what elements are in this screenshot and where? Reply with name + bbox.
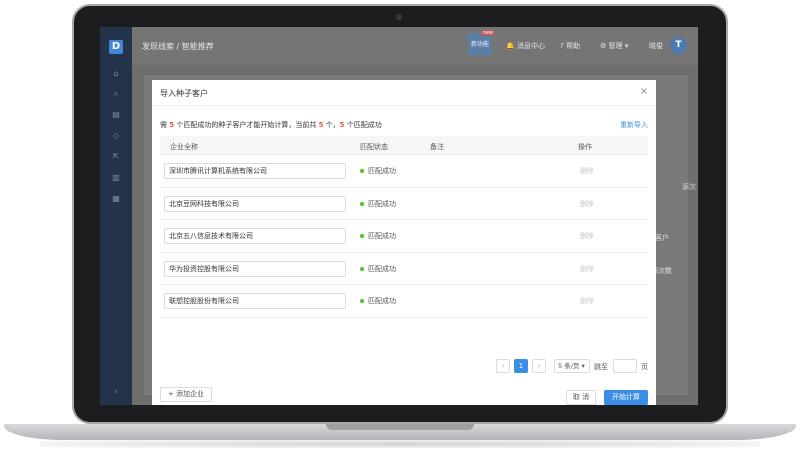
- delete-button[interactable]: 删除: [580, 199, 594, 209]
- success-dot-icon: [360, 299, 364, 304]
- success-dot-icon: [360, 234, 364, 239]
- home-icon[interactable]: ⌂: [111, 69, 121, 79]
- reimport-link[interactable]: 重新导入: [620, 120, 648, 130]
- status-label: 匹配成功: [368, 232, 396, 241]
- success-dot-icon: [360, 201, 364, 206]
- success-dot-icon: [360, 266, 364, 271]
- new-feature-button[interactable]: 新功能 new: [468, 30, 495, 55]
- prev-page-button[interactable]: ‹: [496, 359, 510, 373]
- success-dot-icon: [360, 169, 364, 173]
- status-label: 匹配成功: [368, 297, 396, 306]
- laptop-shadow: [40, 440, 760, 448]
- notice-text: 个匹配成功的种子客户才能开始计算，当前共: [174, 121, 319, 129]
- delete-button[interactable]: 删除: [580, 231, 594, 241]
- company-name-input[interactable]: 联想控股股份有限公司: [164, 293, 346, 310]
- match-notice: 需 5 个匹配成功的种子客户才能开始计算，当前共 5 个，5 个匹配成功: [160, 120, 382, 130]
- app-logo: D: [109, 40, 123, 54]
- company-name-input[interactable]: 北京五八信息技术有限公司: [164, 228, 346, 245]
- company-name-input[interactable]: 深圳市腾讯计算机系统有限公司: [164, 163, 346, 179]
- status-label: 匹配成功: [368, 264, 396, 273]
- column-status: 匹配状态: [360, 143, 388, 151]
- next-page-button[interactable]: ›: [532, 359, 546, 373]
- new-tag: new: [480, 30, 495, 36]
- background-text: 源次: [682, 183, 696, 191]
- match-status: 匹配成功: [360, 296, 396, 306]
- seed-customers-table: 企业全称 匹配状态 备注 操作 深圳市腾讯计算机系统有限公司 匹配成功 删除 北…: [160, 136, 648, 318]
- goto-label: 跳至: [594, 363, 608, 371]
- notice-text: 个匹配成功: [344, 121, 382, 129]
- help-link[interactable]: ? 帮助: [560, 41, 580, 51]
- sidebar: D ⌂ ⌕ ▤ ◇ ⇱ ▥ ▦ ›: [100, 27, 132, 405]
- add-company-button[interactable]: + 添加企业: [160, 387, 212, 402]
- pagination: ‹ 1 › 5 条/页 ▾ 跳至 页: [152, 359, 656, 373]
- camera-icon: [396, 14, 402, 20]
- delete-button[interactable]: 删除: [580, 264, 594, 274]
- page-size-select[interactable]: 5 条/页 ▾: [554, 359, 590, 373]
- delete-button[interactable]: 删除: [580, 296, 594, 306]
- notice-text: 个，: [323, 121, 340, 129]
- breadcrumb: 发现线索 / 智能推荐: [142, 42, 214, 51]
- page-unit-label: 页: [641, 363, 648, 371]
- table-row: 北京五八信息技术有限公司 匹配成功 删除: [160, 220, 648, 253]
- document-icon[interactable]: ▤: [111, 110, 121, 120]
- screen: D ⌂ ⌕ ▤ ◇ ⇱ ▥ ▦ › 发现线索 / 智能推荐 新功能 new 🔔 …: [100, 27, 698, 405]
- import-seed-customers-dialog: 导入种子客户 × 需 5 个匹配成功的种子客户才能开始计算，当前共 5 个，5 …: [152, 80, 656, 405]
- manage-menu[interactable]: ⚙ 管理 ▾: [600, 41, 628, 51]
- close-icon[interactable]: ×: [640, 86, 648, 97]
- cancel-button[interactable]: 取 消: [566, 390, 596, 405]
- expand-icon[interactable]: ›: [111, 387, 121, 397]
- column-note: 备注: [430, 143, 444, 151]
- table-row: 深圳市腾讯计算机系统有限公司 匹配成功 删除: [160, 155, 648, 188]
- company-name-input[interactable]: 北京豆网科技有限公司: [164, 195, 346, 212]
- status-label: 匹配成功: [368, 199, 396, 208]
- notice-text: 需: [160, 121, 170, 129]
- chart-icon[interactable]: ▥: [111, 173, 121, 183]
- goto-page-input[interactable]: [613, 359, 637, 373]
- table-row: 联想控股股份有限公司 匹配成功 删除: [160, 285, 648, 318]
- grid-icon[interactable]: ▦: [111, 194, 121, 204]
- background-text: 客户: [655, 234, 669, 242]
- match-status: 匹配成功: [360, 199, 396, 209]
- search-icon[interactable]: ⌕: [111, 89, 121, 99]
- export-icon[interactable]: ⇱: [111, 152, 121, 162]
- message-center-label: 消息中心: [516, 42, 545, 50]
- dialog-title: 导入种子客户: [160, 89, 208, 98]
- table-row: 北京豆网科技有限公司 匹配成功 删除: [160, 188, 648, 221]
- company-name-input[interactable]: 华为投资控股有限公司: [164, 260, 346, 277]
- delete-button[interactable]: 删除: [580, 166, 594, 176]
- table-row: 华为投资控股有限公司 匹配成功 删除: [160, 253, 648, 286]
- user-name: 晓俊: [649, 42, 663, 50]
- new-feature-label: 新功能: [470, 41, 489, 48]
- page-1-button[interactable]: 1: [514, 359, 528, 373]
- message-center-link[interactable]: 🔔 消息中心: [506, 41, 545, 51]
- table-header: 企业全称 匹配状态 备注 操作: [160, 136, 648, 155]
- match-status: 匹配成功: [360, 166, 396, 176]
- match-status: 匹配成功: [360, 264, 396, 274]
- column-company: 企业全称: [170, 143, 198, 151]
- dialog-header: 导入种子客户 ×: [152, 80, 656, 106]
- match-status: 匹配成功: [360, 231, 396, 241]
- status-label: 匹配成功: [368, 167, 396, 175]
- start-calculation-button[interactable]: 开始计算: [604, 390, 648, 405]
- laptop-notch: [326, 424, 474, 430]
- avatar[interactable]: T: [670, 37, 687, 54]
- column-action: 操作: [578, 143, 592, 151]
- tag-icon[interactable]: ◇: [111, 131, 121, 141]
- page-size-label: 5 条/页: [558, 362, 580, 370]
- manage-label: 管理: [608, 42, 623, 50]
- help-label: 帮助: [565, 42, 580, 50]
